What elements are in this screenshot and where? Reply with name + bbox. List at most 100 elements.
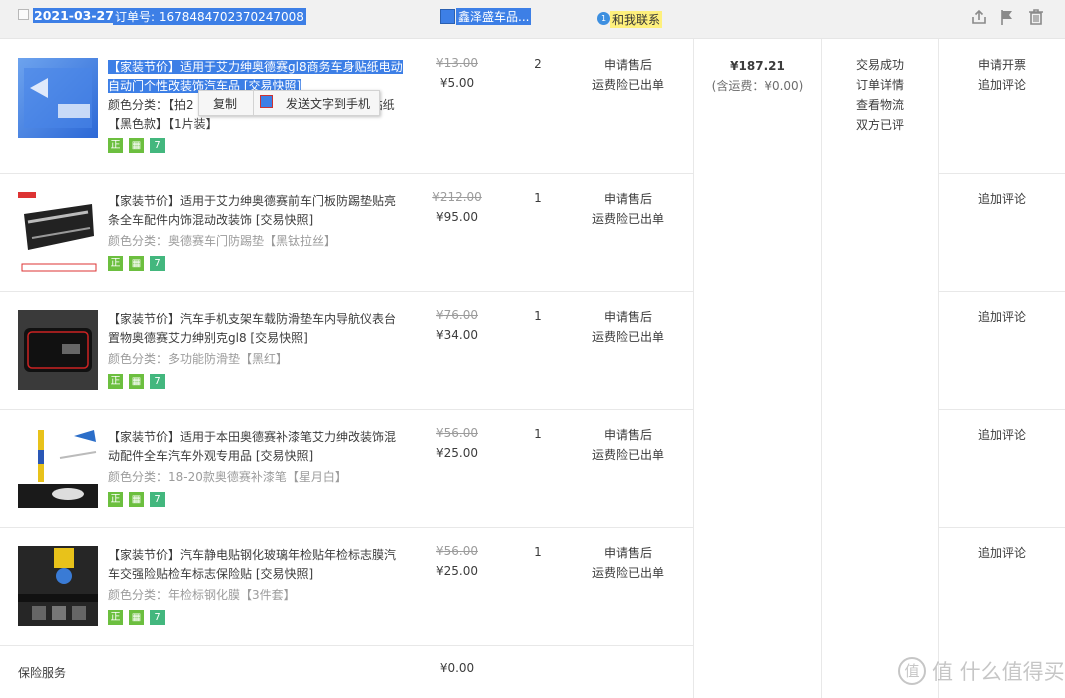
- context-menu-separator: [253, 91, 254, 115]
- after-sales-column: 申请售后 运费险已出单: [588, 189, 668, 229]
- product-thumbnail[interactable]: [18, 58, 98, 138]
- delete-icon[interactable]: [1027, 8, 1045, 26]
- watermark-text: 值 什么值得买: [932, 660, 1065, 684]
- product-thumbnail[interactable]: [18, 310, 98, 390]
- item-operations: 追加评论: [939, 543, 1065, 563]
- apply-invoice-link[interactable]: 申请开票: [939, 55, 1065, 75]
- service-badges: 正 ▦ 7: [108, 610, 165, 625]
- shipping-insurance-link[interactable]: 运费险已出单: [588, 445, 668, 465]
- genuine-badge-icon[interactable]: 正: [108, 374, 123, 389]
- order-details-link[interactable]: 订单详情: [822, 75, 938, 95]
- actual-price: ¥25.00: [436, 446, 478, 460]
- item-operations: 追加评论: [939, 425, 1065, 445]
- item-operations: 追加评论: [939, 189, 1065, 209]
- seven-day-return-badge-icon[interactable]: 7: [150, 256, 165, 271]
- add-review-link[interactable]: 追加评论: [939, 189, 1065, 209]
- product-thumbnail[interactable]: [18, 192, 98, 272]
- service-badges: 正 ▦ 7: [108, 138, 165, 153]
- row-divider: [0, 527, 693, 528]
- genuine-badge-icon[interactable]: 正: [108, 492, 123, 507]
- phone-icon: [260, 95, 273, 108]
- shop-icon: [440, 9, 455, 24]
- watermark: 值 值 什么值得买: [898, 656, 1065, 686]
- both-reviewed-link[interactable]: 双方已评: [822, 115, 938, 135]
- quantity: 1: [534, 309, 542, 323]
- original-price: ¥13.00: [436, 56, 478, 70]
- service-badges: 正 ▦ 7: [108, 492, 165, 507]
- insurance-price: ¥0.00: [439, 661, 475, 675]
- guarantee-badge-icon[interactable]: ▦: [129, 374, 144, 389]
- add-review-link[interactable]: 追加评论: [939, 307, 1065, 327]
- product-title-link[interactable]: 【家装节价】汽车手机支架车载防滑垫车内导航仪表台置物奥德赛艾力绅别克gl8 [交…: [108, 310, 404, 348]
- product-title-link[interactable]: 【家装节价】汽车静电贴钢化玻璃年检贴年检标志膜汽车交强险贴检车标志保险贴 [交易…: [108, 546, 404, 584]
- quantity: 1: [534, 545, 542, 559]
- product-attribute: 颜色分类：18-20款奥德赛补漆笔【星月白】: [108, 470, 347, 484]
- actual-price: ¥25.00: [436, 564, 478, 578]
- contact-seller-link[interactable]: 和我联系: [610, 11, 663, 28]
- insurance-service-label: 保险服务: [18, 666, 67, 680]
- row-divider: [938, 173, 1065, 174]
- row-divider: [0, 409, 693, 410]
- service-badges: 正 ▦ 7: [108, 374, 165, 389]
- view-logistics-link[interactable]: 查看物流: [822, 95, 938, 115]
- order-total-amount: ¥187.21: [730, 59, 785, 73]
- product-title-link[interactable]: 【家装节价】适用于艾力绅奥德赛前车门板防踢垫贴亮条全车配件内饰混动改装饰 [交易…: [108, 192, 404, 230]
- context-menu: 复制 发送文字到手机: [198, 90, 380, 116]
- product-title-link[interactable]: 【家装节价】适用于本田奥德赛补漆笔艾力绅改装饰混动配件全车汽车外观专用品 [交易…: [108, 428, 404, 466]
- apply-after-sales-link[interactable]: 申请售后: [588, 189, 668, 209]
- wangwang-icon[interactable]: 1: [597, 12, 610, 25]
- shop-name-link[interactable]: 鑫泽盛车品...: [456, 8, 532, 25]
- item-operations: 追加评论: [939, 307, 1065, 327]
- row-divider: [0, 291, 693, 292]
- apply-after-sales-link[interactable]: 申请售后: [588, 425, 668, 445]
- add-review-link[interactable]: 追加评论: [939, 75, 1065, 95]
- apply-after-sales-link[interactable]: 申请售后: [588, 307, 668, 327]
- seven-day-return-badge-icon[interactable]: 7: [150, 374, 165, 389]
- quantity: 1: [534, 191, 542, 205]
- quantity: 2: [534, 57, 542, 71]
- order-number: 订单号: 1678484702370247008: [113, 8, 306, 25]
- product-attribute: 颜色分类：多功能防滑垫【黑红】: [108, 352, 289, 366]
- actual-price: ¥34.00: [436, 328, 478, 342]
- after-sales-column: 申请售后 运费险已出单: [588, 55, 668, 95]
- shipping-insurance-link[interactable]: 运费险已出单: [588, 563, 668, 583]
- seven-day-return-badge-icon[interactable]: 7: [150, 138, 165, 153]
- apply-after-sales-link[interactable]: 申请售后: [588, 55, 668, 75]
- original-price: ¥76.00: [436, 308, 478, 322]
- trade-status: 交易成功 订单详情 查看物流 双方已评: [822, 55, 938, 135]
- order-select-checkbox[interactable]: [18, 9, 29, 20]
- guarantee-badge-icon[interactable]: ▦: [129, 256, 144, 271]
- seven-day-return-badge-icon[interactable]: 7: [150, 492, 165, 507]
- add-review-link[interactable]: 追加评论: [939, 543, 1065, 563]
- row-divider: [0, 173, 693, 174]
- shipping-insurance-link[interactable]: 运费险已出单: [588, 209, 668, 229]
- flag-icon[interactable]: [998, 8, 1016, 26]
- actual-price: ¥5.00: [439, 76, 475, 90]
- shipping-insurance-link[interactable]: 运费险已出单: [588, 327, 668, 347]
- guarantee-badge-icon[interactable]: ▦: [129, 610, 144, 625]
- trade-status-label: 交易成功: [855, 58, 904, 72]
- share-icon[interactable]: [970, 8, 988, 26]
- row-divider: [0, 645, 693, 646]
- actual-price: ¥95.00: [436, 210, 478, 224]
- watermark-logo-icon: 值: [898, 657, 926, 685]
- genuine-badge-icon[interactable]: 正: [108, 138, 123, 153]
- genuine-badge-icon[interactable]: 正: [108, 256, 123, 271]
- column-divider: [938, 39, 939, 698]
- context-menu-send-to-phone[interactable]: 发送文字到手机: [286, 95, 370, 112]
- item-operations: 申请开票 追加评论: [939, 55, 1065, 95]
- add-review-link[interactable]: 追加评论: [939, 425, 1065, 445]
- original-price: ¥56.00: [436, 426, 478, 440]
- context-menu-copy[interactable]: 复制: [213, 95, 237, 112]
- shipping-insurance-link[interactable]: 运费险已出单: [588, 75, 668, 95]
- seven-day-return-badge-icon[interactable]: 7: [150, 610, 165, 625]
- column-divider: [693, 39, 694, 698]
- genuine-badge-icon[interactable]: 正: [108, 610, 123, 625]
- guarantee-badge-icon[interactable]: ▦: [129, 492, 144, 507]
- guarantee-badge-icon[interactable]: ▦: [129, 138, 144, 153]
- order-total: ¥187.21 (含运费：¥0.00): [694, 56, 821, 96]
- after-sales-column: 申请售后 运费险已出单: [588, 543, 668, 583]
- product-thumbnail[interactable]: [18, 546, 98, 626]
- product-thumbnail[interactable]: [18, 428, 98, 508]
- apply-after-sales-link[interactable]: 申请售后: [588, 543, 668, 563]
